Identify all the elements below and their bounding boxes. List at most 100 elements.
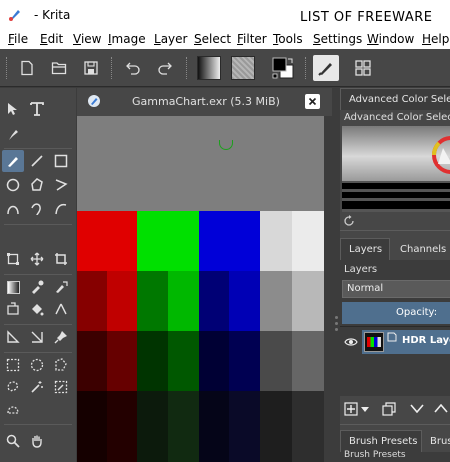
layer-name[interactable]: HDR Layer (402, 335, 450, 346)
wrap-mode-icon[interactable] (350, 55, 376, 81)
tab-brush-editor[interactable]: Brus (422, 430, 450, 452)
fill-tool-icon[interactable] (26, 298, 48, 320)
layer-type-icon (387, 332, 397, 342)
docker-splitter[interactable] (333, 88, 340, 462)
menu-view[interactable]: View (73, 32, 101, 46)
menu-window[interactable]: Window (367, 32, 414, 46)
menu-filter[interactable]: Filter (237, 32, 267, 46)
green-swatch (168, 391, 199, 462)
color-sampler-tool-icon[interactable] (26, 276, 48, 298)
red-swatch (107, 331, 137, 391)
zoom-tool-icon[interactable] (2, 430, 24, 452)
bezier-selection-tool-icon[interactable] (2, 398, 24, 420)
move-layer-up-icon[interactable] (434, 404, 448, 413)
line-tool-icon[interactable] (26, 150, 48, 172)
crop-tool-icon[interactable] (50, 248, 72, 270)
text-tool-icon[interactable] (26, 98, 48, 120)
tab-brush-presets[interactable]: Brush Presets (340, 430, 422, 452)
add-layer-icon[interactable] (344, 402, 358, 416)
canvas-vertical-scrollbar[interactable] (324, 116, 332, 462)
menu-image[interactable]: Image (108, 32, 146, 46)
elliptical-selection-tool-icon[interactable] (26, 354, 48, 376)
pan-tool-icon[interactable] (26, 430, 48, 452)
white-swatch (260, 211, 292, 271)
gradient-tool-icon[interactable] (2, 276, 24, 298)
opacity-label: Opacity: (396, 307, 438, 318)
magic-wand-selection-tool-icon[interactable] (26, 376, 48, 398)
splitter-grip (335, 328, 338, 331)
toolbox-separator (4, 352, 72, 353)
redo-icon[interactable] (152, 55, 178, 81)
tab-channels[interactable]: Channels (392, 238, 450, 260)
gray-swatch (292, 391, 324, 462)
freeware-banner: LIST OF FREEWARE (300, 10, 433, 25)
refresh-icon[interactable] (343, 215, 355, 227)
colorize-mask-tool-icon[interactable] (50, 276, 72, 298)
color-swatch-icon[interactable] (270, 55, 296, 81)
tab-layers[interactable]: Layers (340, 238, 390, 260)
undo-icon[interactable] (120, 55, 146, 81)
green-swatch-full (137, 211, 199, 271)
shade-strip[interactable] (342, 192, 450, 198)
duplicate-layer-icon[interactable] (382, 402, 396, 416)
ellipse-tool-icon[interactable] (2, 174, 24, 196)
gray-swatch (292, 271, 324, 331)
menu-file[interactable]: File (8, 32, 28, 46)
freehand-selection-tool-icon[interactable] (2, 376, 24, 398)
menu-edit[interactable]: Edit (40, 32, 63, 46)
smart-patch-tool-icon[interactable] (2, 298, 24, 320)
menu-select[interactable]: Select (194, 32, 231, 46)
new-document-icon[interactable] (14, 55, 40, 81)
advanced-color-selector-area[interactable] (342, 126, 450, 212)
close-document-button[interactable] (305, 94, 320, 109)
document-subwindow: GammaChart.exr (5.3 MiB) (77, 88, 332, 462)
brush-preset-icon[interactable] (313, 55, 339, 81)
krita-app-icon (9, 10, 20, 21)
dynamic-brush-tool-icon[interactable] (50, 198, 72, 220)
select-shapes-tool-icon[interactable] (2, 98, 24, 120)
freehand-brush-tool-icon[interactable] (2, 150, 24, 172)
menu-help[interactable]: Help (422, 32, 449, 46)
freehand-path-tool-icon[interactable] (26, 198, 48, 220)
pattern-icon[interactable] (230, 55, 256, 81)
open-document-icon[interactable] (46, 55, 72, 81)
krita-document-icon (88, 95, 100, 107)
tab-advanced-color-selector[interactable]: Advanced Color Sele... (340, 88, 450, 110)
reference-pin-tool-icon[interactable] (50, 326, 72, 348)
gamma-chart-canvas[interactable] (77, 116, 324, 462)
toolbox-separator (4, 324, 72, 325)
red-swatch (77, 391, 107, 462)
polyline-tool-icon[interactable] (50, 174, 72, 196)
move-layer-down-icon[interactable] (410, 404, 424, 413)
layer-row-hdr[interactable]: HDR Layer (340, 330, 450, 354)
rectangular-selection-tool-icon[interactable] (2, 354, 24, 376)
transform-tool-icon[interactable] (2, 248, 24, 270)
visibility-eye-icon[interactable] (344, 337, 358, 347)
layers-divider (340, 326, 450, 327)
shade-strip[interactable] (342, 183, 450, 189)
color-wheel-icon[interactable] (430, 134, 450, 176)
polygon-tool-icon[interactable] (26, 174, 48, 196)
rectangle-tool-icon[interactable] (50, 150, 72, 172)
measure-tool-icon[interactable] (26, 326, 48, 348)
shade-strip[interactable] (342, 201, 450, 209)
move-tool-icon[interactable] (26, 248, 48, 270)
menu-tools[interactable]: Tools (273, 32, 303, 46)
gradient-icon[interactable] (196, 55, 222, 81)
menu-settings[interactable]: Settings (313, 32, 362, 46)
toolbox-separator (4, 424, 72, 425)
polygonal-selection-tool-icon[interactable] (50, 354, 72, 376)
similar-color-selection-tool-icon[interactable] (50, 376, 72, 398)
menu-layer[interactable]: Layer (154, 32, 187, 46)
calligraphy-tool-icon[interactable] (2, 123, 24, 145)
blend-mode-select[interactable]: Normal (342, 280, 450, 298)
assistant-tool-icon[interactable] (2, 326, 24, 348)
window-title: - Krita (34, 8, 71, 22)
chevron-down-icon[interactable] (361, 407, 369, 412)
bezier-curve-tool-icon[interactable] (2, 198, 24, 220)
blue-swatch (229, 391, 260, 462)
enclose-fill-tool-icon[interactable] (50, 298, 72, 320)
save-icon[interactable] (78, 55, 104, 81)
gray-swatch (292, 331, 324, 391)
opacity-slider[interactable]: Opacity: (342, 302, 450, 324)
